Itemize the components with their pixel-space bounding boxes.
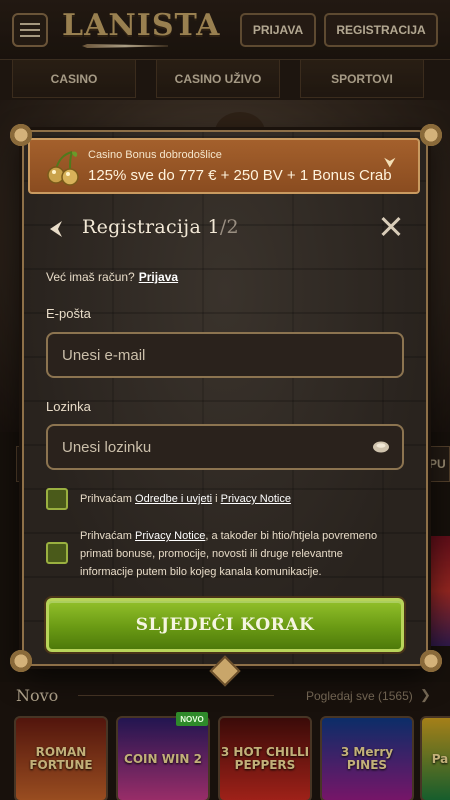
password-field[interactable]	[46, 424, 404, 470]
email-field[interactable]	[46, 332, 404, 378]
modal-stone-background	[24, 132, 426, 664]
terms-checkbox[interactable]	[46, 488, 68, 510]
corner-ornament-icon	[418, 648, 444, 674]
terms-text: Prihvaćam Odredbe i uvjeti i Privacy Not…	[80, 490, 398, 508]
bonus-subtitle: Casino Bonus dobrodošlice	[88, 149, 222, 161]
bonus-offer: 125% sve do 777 € + 250 BV + 1 Bonus Cra…	[88, 167, 392, 184]
marketing-checkbox[interactable]	[46, 542, 68, 564]
privacy-notice-link-2[interactable]: Privacy Notice	[135, 530, 205, 542]
next-step-button[interactable]: SLJEDEĆI KORAK	[46, 598, 404, 652]
corner-ornament-icon	[8, 122, 34, 148]
chevron-down-icon[interactable]: ⮟	[384, 154, 396, 171]
corner-ornament-icon	[8, 648, 34, 674]
bonus-banner[interactable]: Casino Bonus dobrodošlice 125% sve do 77…	[28, 138, 420, 194]
close-icon[interactable]	[378, 214, 404, 240]
registration-modal	[22, 130, 428, 666]
cherry-icon	[47, 151, 79, 186]
terms-link[interactable]: Odredbe i uvjeti	[135, 493, 212, 505]
modal-title-total: /2	[219, 216, 239, 238]
email-label: E-pošta	[46, 306, 91, 321]
modal-title-step: Registracija 1	[82, 216, 220, 238]
terms-prefix: Prihvaćam	[80, 493, 132, 505]
back-arrow-icon[interactable]	[46, 218, 68, 240]
terms-joiner: i	[215, 493, 218, 505]
corner-ornament-icon	[418, 122, 444, 148]
password-label: Lozinka	[46, 399, 91, 414]
eye-icon[interactable]	[372, 438, 390, 456]
have-account-line: Već imaš račun? Prijava	[46, 270, 178, 284]
marketing-text: Prihvaćam Privacy Notice, a također bi h…	[80, 527, 398, 581]
new-badge: NOVO	[176, 712, 208, 726]
marketing-prefix: Prihvaćam	[80, 530, 132, 542]
privacy-notice-link[interactable]: Privacy Notice	[221, 493, 291, 505]
modal-title: Registracija 1/2	[82, 216, 239, 238]
have-account-text: Već imaš račun?	[46, 270, 135, 284]
login-link[interactable]: Prijava	[139, 270, 178, 284]
